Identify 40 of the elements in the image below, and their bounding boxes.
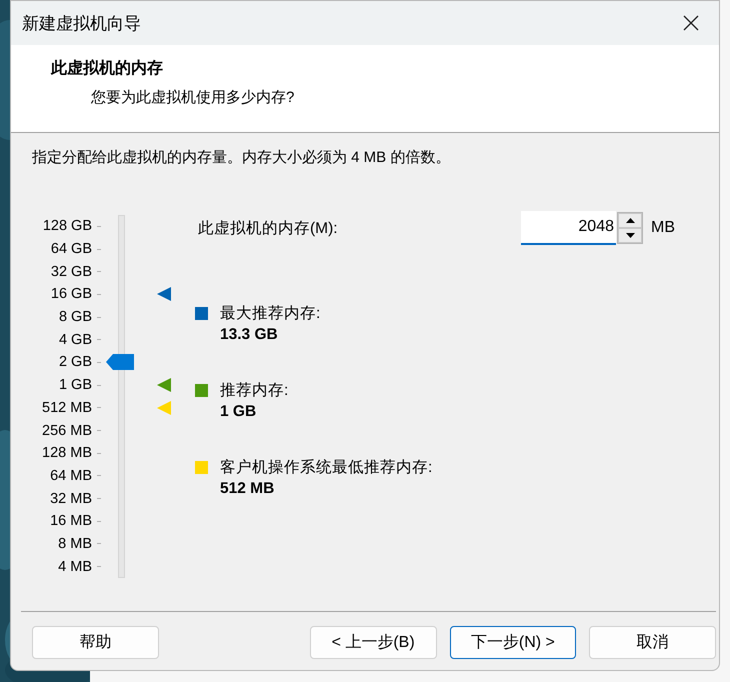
scale-label: 16 GB (50, 286, 92, 302)
unit-label: MB (651, 219, 675, 237)
scale-label: 4 MB (57, 558, 92, 575)
description-text: 指定分配给此虚拟机的内存量。内存大小必须为 4 MB 的倍数。 (32, 148, 452, 168)
page-title: 此虚拟机的内存 (51, 59, 164, 79)
scale-label: 512 MB (41, 400, 92, 416)
memory-field[interactable]: 2048 (521, 211, 616, 245)
scale-label: 2 GB (58, 354, 92, 370)
legend-label: 推荐内存: (220, 380, 288, 400)
legend-value: 1 GB (220, 402, 258, 422)
legend-label: 最大推荐内存: (220, 304, 320, 324)
scale-label: 8 GB (58, 309, 92, 326)
slider-track[interactable] (118, 215, 125, 578)
up-arrow-icon (626, 218, 634, 223)
down-arrow-icon (626, 233, 634, 238)
dialog-button[interactable]: 下一步(N) > (450, 626, 576, 659)
legend-label: 客户机操作系统最低推荐内存: (220, 458, 432, 478)
page-subtitle: 您要为此虚拟机使用多少内存? (91, 88, 296, 108)
legend-value: 13.3 GB (220, 325, 279, 345)
scale-label: 256 MB (41, 422, 92, 439)
scale-label: 32 GB (50, 264, 92, 280)
dialog-button[interactable]: < 上一步(B) (310, 626, 436, 659)
decrement-button[interactable] (618, 228, 642, 243)
slider-thumb[interactable] (106, 354, 134, 370)
scale-label: 16 MB (49, 513, 92, 530)
scale-label: 8 MB (57, 536, 92, 552)
scale-label: 128 MB (41, 445, 92, 462)
window-title: 新建虚拟机向导 (22, 12, 141, 34)
memory-label: 此虚拟机的内存(M): (197, 218, 338, 238)
increment-button[interactable] (618, 213, 642, 228)
scale-label: 4 GB (58, 332, 92, 348)
dialog-button[interactable]: 帮助 (32, 626, 159, 659)
close-icon[interactable] (683, 15, 699, 31)
scale-label: 128 GB (42, 218, 92, 234)
legend-value: 512 MB (220, 479, 276, 499)
scale-label: 64 MB (49, 468, 92, 484)
scale-label: 64 GB (50, 241, 92, 258)
dialog-button[interactable]: 取消 (589, 626, 716, 659)
scale-label: 1 GB (58, 377, 92, 394)
scale-label: 32 MB (49, 490, 92, 507)
